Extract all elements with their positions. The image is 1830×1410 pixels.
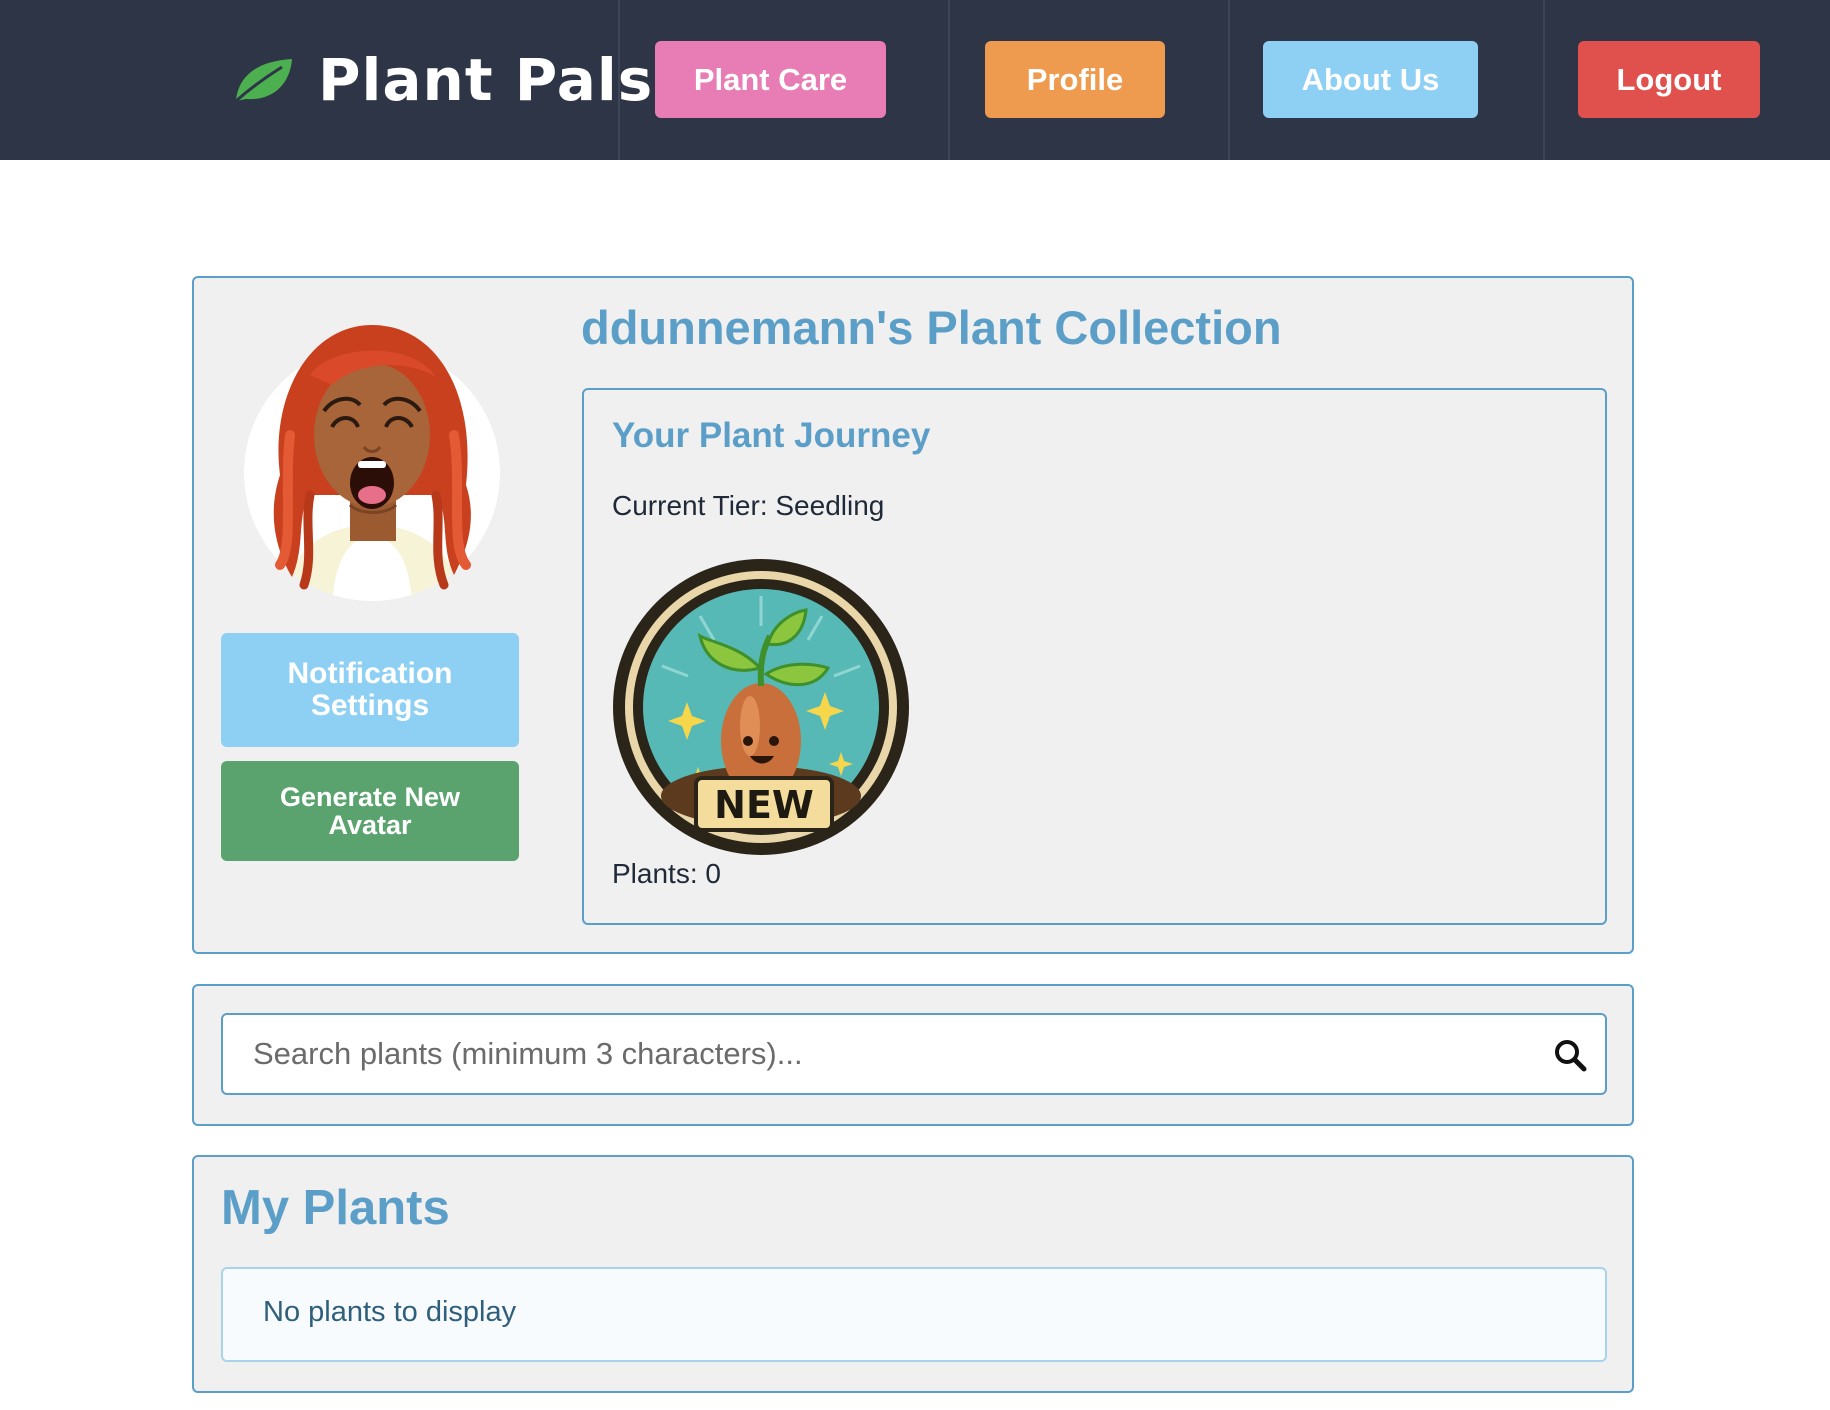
top-navbar: Plant Pals Plant Care Profile About Us L… <box>0 0 1830 160</box>
notification-settings-button[interactable]: Notification Settings <box>221 633 519 747</box>
app-title: Plant Pals <box>318 46 654 114</box>
about-us-button[interactable]: About Us <box>1263 41 1478 118</box>
nav-divider <box>948 0 950 160</box>
avatar <box>240 315 505 605</box>
seedling-badge-icon: NEW <box>610 556 913 859</box>
journey-title: Your Plant Journey <box>612 416 931 455</box>
empty-plants-message: No plants to display <box>263 1296 517 1328</box>
nav-divider <box>1228 0 1230 160</box>
collection-title: ddunnemann's Plant Collection <box>581 301 1282 354</box>
badge-label: NEW <box>714 783 814 827</box>
nav-divider <box>1543 0 1545 160</box>
leaf-icon <box>232 55 296 105</box>
search-icon[interactable] <box>1553 1038 1587 1072</box>
nav-divider <box>618 0 620 160</box>
plant-care-button[interactable]: Plant Care <box>655 41 886 118</box>
my-plants-title: My Plants <box>221 1181 450 1235</box>
plants-count: Plants: 0 <box>612 858 721 889</box>
logout-button[interactable]: Logout <box>1578 41 1760 118</box>
brand[interactable]: Plant Pals <box>232 40 653 120</box>
profile-button[interactable]: Profile <box>985 41 1165 118</box>
search-input[interactable] <box>221 1013 1607 1095</box>
generate-new-avatar-button[interactable]: Generate New Avatar <box>221 761 519 861</box>
current-tier: Current Tier: Seedling <box>612 490 885 521</box>
